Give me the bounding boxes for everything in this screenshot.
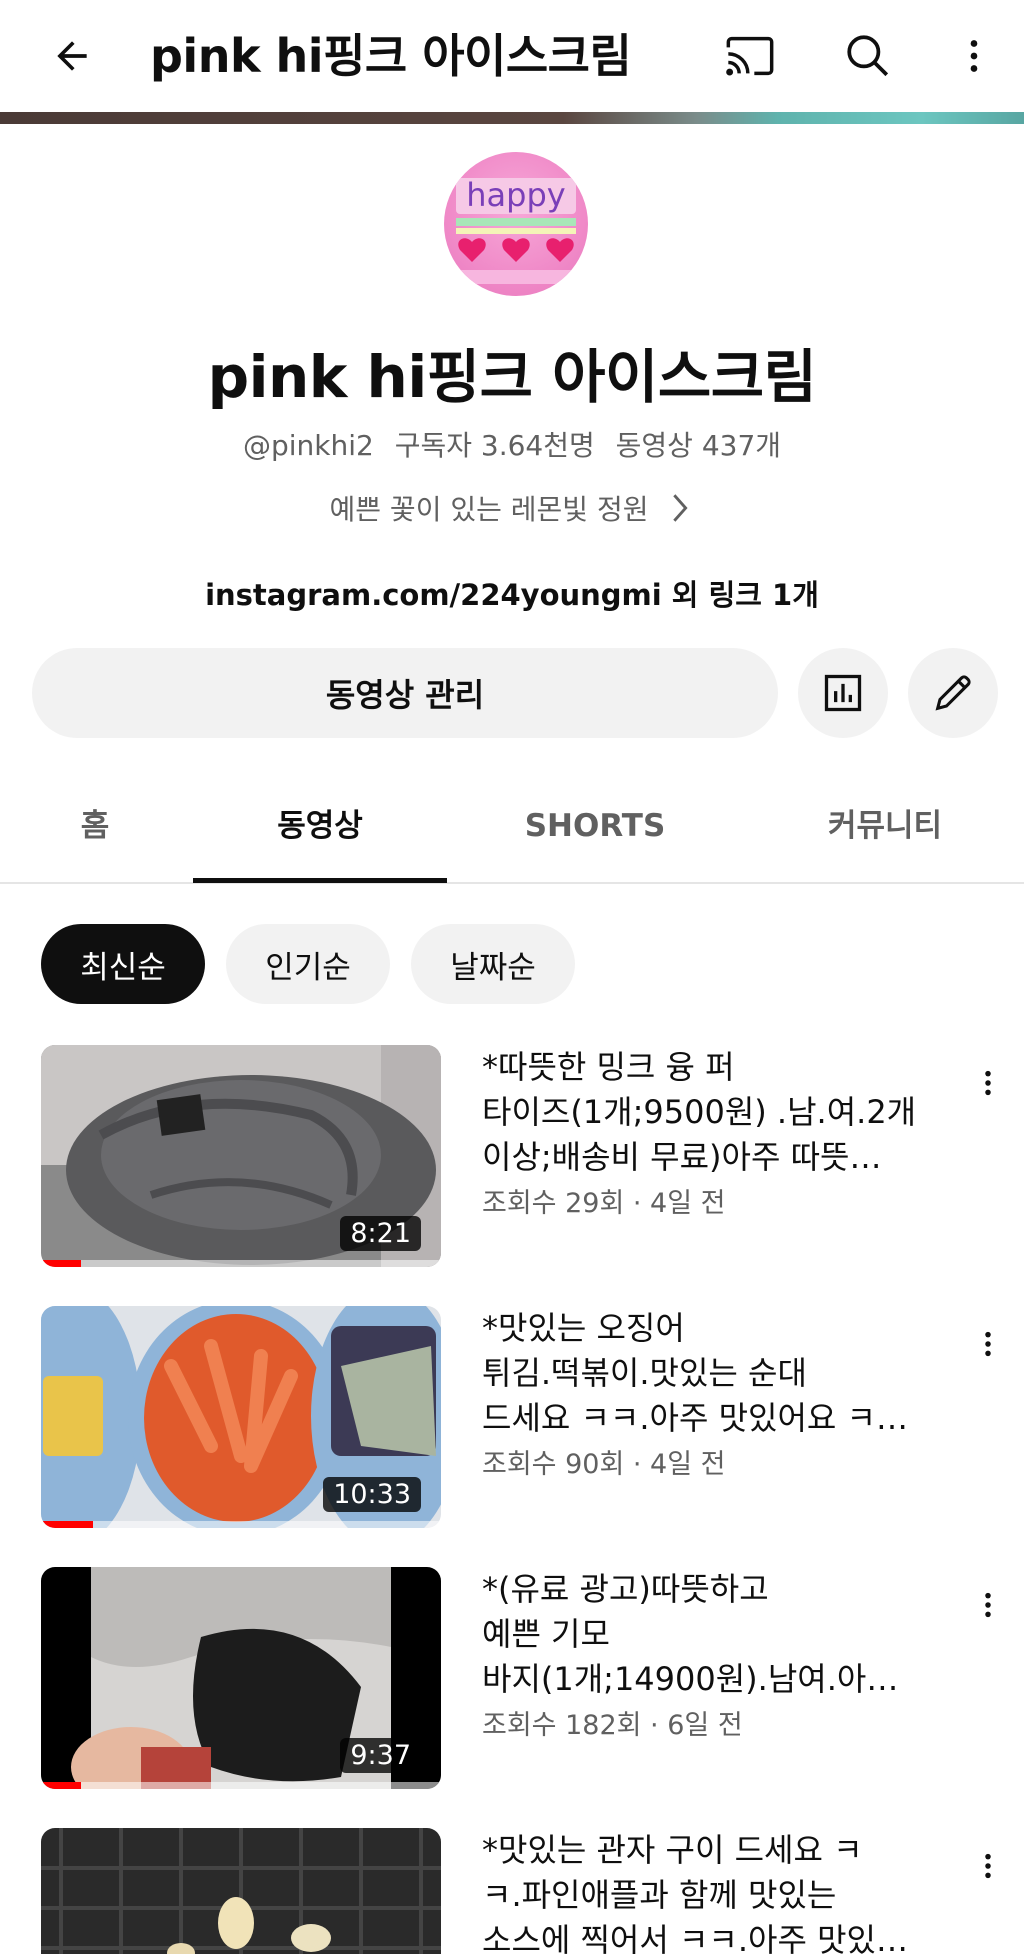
chip-popular[interactable]: 인기순 bbox=[226, 924, 390, 1004]
chevron-right-icon bbox=[666, 491, 694, 532]
video-title-line: *따뜻한 밍크 융 퍼 bbox=[482, 1048, 735, 1086]
more-vert-icon[interactable] bbox=[964, 1320, 1012, 1368]
video-thumbnail[interactable]: 9:37 bbox=[41, 1567, 441, 1789]
channel-avatar[interactable]: happy bbox=[444, 152, 588, 296]
channel-links[interactable]: instagram.com/224youngmi 외 링크 1개 bbox=[0, 572, 1024, 614]
video-title-line: *맛있는 관자 구이 드세요 ㅋ bbox=[482, 1831, 863, 1869]
channel-description-text: 예쁜 꽃이 있는 레몬빛 정원 bbox=[329, 493, 649, 526]
video-title-line: 소스에 찍어서 ㅋㅋ.아주 맛있… bbox=[482, 1921, 908, 1954]
search-icon[interactable] bbox=[836, 24, 900, 88]
more-vert-icon[interactable] bbox=[964, 1581, 1012, 1629]
video-title[interactable]: *(유료 광고)따뜻하고 예쁜 기모 바지(1개;14900원).남여.아… bbox=[482, 1567, 962, 1702]
chip-latest[interactable]: 최신순 bbox=[41, 924, 205, 1004]
watch-progress-track bbox=[41, 1521, 441, 1528]
analytics-icon[interactable] bbox=[798, 648, 888, 738]
video-meta: 조회수 29회 · 4일 전 bbox=[482, 1188, 726, 1219]
video-title-line: 튀김.떡볶이.맛있는 순대 bbox=[482, 1354, 807, 1392]
tab-shorts[interactable]: SHORTS bbox=[480, 770, 710, 882]
watch-progress bbox=[41, 1521, 93, 1528]
video-title-line: *맛있는 오징어 bbox=[482, 1309, 685, 1347]
video-title-line: *(유료 광고)따뜻하고 bbox=[482, 1570, 769, 1608]
watch-progress-track bbox=[41, 1260, 441, 1267]
video-meta: 조회수 182회 · 6일 전 bbox=[482, 1710, 743, 1741]
tab-videos[interactable]: 동영상 bbox=[193, 770, 447, 882]
video-thumbnail[interactable]: 10:33 bbox=[41, 1306, 441, 1528]
video-duration: 9:37 bbox=[340, 1738, 421, 1773]
video-meta: 조회수 90회 · 4일 전 bbox=[482, 1449, 726, 1480]
channel-banner bbox=[0, 112, 1024, 124]
tab-home[interactable]: 홈 bbox=[40, 770, 150, 882]
channel-description[interactable]: 예쁜 꽃이 있는 레몬빛 정원 bbox=[0, 488, 1024, 532]
app-bar-title: pink hi핑크 아이스크림 bbox=[150, 29, 632, 83]
video-item[interactable]: 9:37 *(유료 광고)따뜻하고 예쁜 기모 바지(1개;14900원).남여… bbox=[0, 1567, 1024, 1797]
tab-community[interactable]: 커뮤니티 bbox=[770, 770, 1000, 882]
subscriber-count: 구독자 3.64천명 bbox=[394, 429, 595, 462]
channel-handle: @pinkhi2 bbox=[242, 429, 374, 462]
app-bar: pink hi핑크 아이스크림 bbox=[0, 0, 1024, 112]
video-title-line: ㅋ.파인애플과 함께 맛있는 bbox=[482, 1876, 837, 1914]
video-title-line: 예쁜 기모 bbox=[482, 1615, 610, 1653]
watch-progress bbox=[41, 1782, 81, 1789]
channel-meta: @pinkhi2 구독자 3.64천명 동영상 437개 bbox=[0, 424, 1024, 464]
video-duration: 8:21 bbox=[340, 1216, 421, 1251]
video-item[interactable]: 8:21 *따뜻한 밍크 융 퍼 타이즈(1개;9500원) .남.여.2개 이… bbox=[0, 1045, 1024, 1275]
video-thumbnail[interactable]: 8:21 bbox=[41, 1045, 441, 1267]
video-title[interactable]: *맛있는 관자 구이 드세요 ㅋ ㅋ.파인애플과 함께 맛있는 소스에 찍어서 … bbox=[482, 1828, 962, 1954]
video-title-line: 이상;배송비 무료)아주 따뜻… bbox=[482, 1138, 882, 1176]
video-thumbnail[interactable] bbox=[41, 1828, 441, 1954]
watch-progress-track bbox=[41, 1782, 441, 1789]
video-title-line: 바지(1개;14900원).남여.아… bbox=[482, 1660, 899, 1698]
video-title-line: 드세요 ㅋㅋ.아주 맛있어요 ㅋ… bbox=[482, 1399, 908, 1437]
back-arrow-icon[interactable] bbox=[40, 24, 104, 88]
channel-tabs: 홈 동영상 SHORTS 커뮤니티 bbox=[0, 770, 1024, 884]
chip-oldest[interactable]: 날짜순 bbox=[411, 924, 575, 1004]
watch-progress bbox=[41, 1260, 81, 1267]
video-count: 동영상 437개 bbox=[615, 429, 782, 462]
video-title[interactable]: *맛있는 오징어 튀김.떡볶이.맛있는 순대 드세요 ㅋㅋ.아주 맛있어요 ㅋ… bbox=[482, 1306, 962, 1441]
video-title-line: 타이즈(1개;9500원) .남.여.2개 bbox=[482, 1093, 917, 1131]
active-tab-indicator bbox=[193, 878, 447, 883]
more-vert-icon[interactable] bbox=[964, 1842, 1012, 1890]
video-item[interactable]: *맛있는 관자 구이 드세요 ㅋ ㅋ.파인애플과 함께 맛있는 소스에 찍어서 … bbox=[0, 1828, 1024, 1954]
channel-name: pink hi핑크 아이스크림 bbox=[207, 343, 817, 411]
video-title[interactable]: *따뜻한 밍크 융 퍼 타이즈(1개;9500원) .남.여.2개 이상;배송비… bbox=[482, 1045, 962, 1180]
manage-videos-button[interactable]: 동영상 관리 bbox=[32, 648, 778, 738]
video-item[interactable]: 10:33 *맛있는 오징어 튀김.떡볶이.맛있는 순대 드세요 ㅋㅋ.아주 맛… bbox=[0, 1306, 1024, 1536]
more-vert-icon[interactable] bbox=[942, 24, 1006, 88]
pencil-icon[interactable] bbox=[908, 648, 998, 738]
more-vert-icon[interactable] bbox=[964, 1059, 1012, 1107]
cast-icon[interactable] bbox=[718, 24, 782, 88]
avatar-happy-text: happy bbox=[466, 176, 565, 214]
video-duration: 10:33 bbox=[323, 1477, 421, 1512]
